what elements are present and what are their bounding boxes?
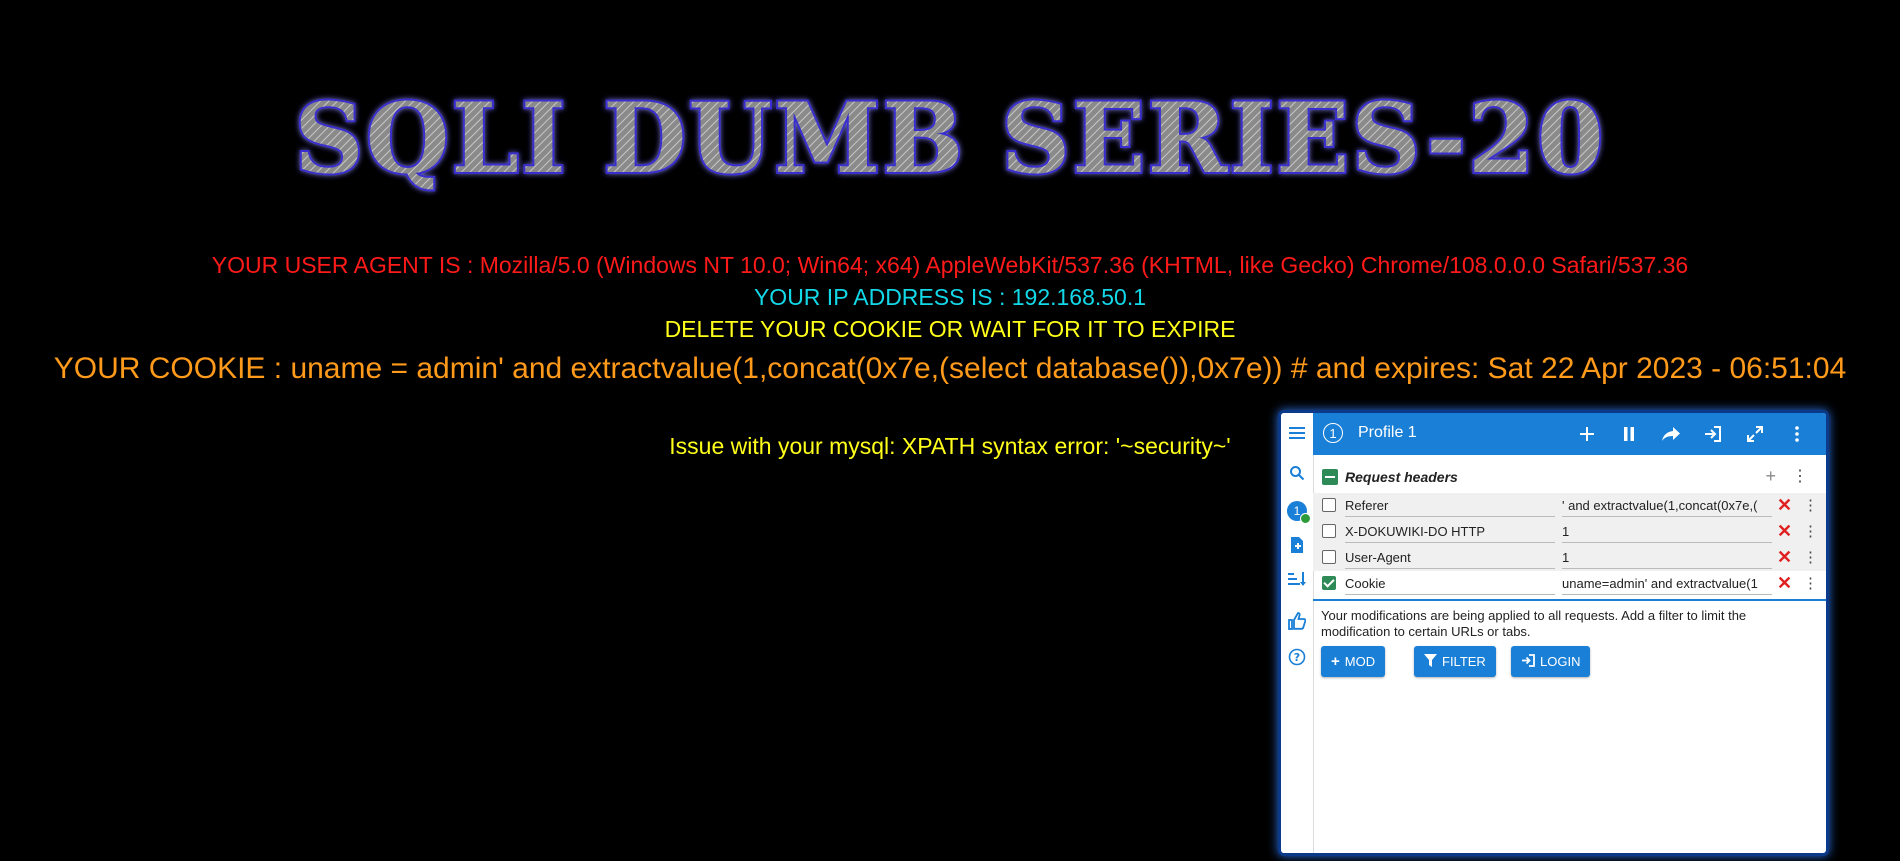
- profile-number-badge[interactable]: 1: [1323, 423, 1343, 443]
- section-title: Request headers: [1345, 469, 1458, 485]
- modheader-panel: 1 ? 1 Profile 1 Request headers + ⋮ Refe…: [1281, 413, 1826, 853]
- side-rail: 1 ?: [1281, 413, 1314, 853]
- menu-icon[interactable]: [1287, 423, 1307, 443]
- add-mod-button[interactable]: + MOD: [1321, 646, 1386, 677]
- filter-label: FILTER: [1442, 654, 1486, 669]
- add-file-icon[interactable]: [1287, 535, 1307, 555]
- add-mod-label: MOD: [1344, 654, 1376, 669]
- thumbs-up-icon[interactable]: [1287, 611, 1307, 631]
- share-icon[interactable]: [1659, 422, 1683, 446]
- header-name-field[interactable]: User-Agent: [1345, 550, 1555, 569]
- header-enable-checkbox[interactable]: [1322, 550, 1336, 564]
- header-name-field[interactable]: Referer: [1345, 498, 1555, 517]
- plus-icon: +: [1331, 653, 1340, 670]
- profile-name[interactable]: Profile 1: [1358, 424, 1417, 442]
- delete-header-icon[interactable]: ✕: [1777, 547, 1792, 568]
- profile-header-bar: 1 Profile 1: [1313, 413, 1826, 455]
- collapse-section-toggle[interactable]: [1322, 469, 1338, 485]
- header-name-field[interactable]: Cookie: [1345, 576, 1555, 595]
- page-title: SQLI DUMB SERIES-20: [0, 72, 1900, 202]
- plus-icon[interactable]: [1575, 422, 1599, 446]
- svg-text:?: ?: [1294, 651, 1300, 664]
- login-icon: [1521, 653, 1535, 670]
- pause-icon[interactable]: [1617, 422, 1641, 446]
- section-divider: [1313, 599, 1826, 601]
- header-row: X-DOKUWIKI-DO HTTP 1 ✕ ⋮: [1313, 519, 1826, 545]
- expand-icon[interactable]: [1743, 422, 1767, 446]
- section-more-icon[interactable]: ⋮: [1792, 466, 1808, 486]
- delete-header-icon[interactable]: ✕: [1777, 573, 1792, 594]
- delete-header-icon[interactable]: ✕: [1777, 495, 1792, 516]
- search-icon[interactable]: [1287, 463, 1307, 483]
- delete-header-icon[interactable]: ✕: [1777, 521, 1792, 542]
- add-header-icon[interactable]: +: [1765, 466, 1776, 487]
- login-button[interactable]: LOGIN: [1511, 646, 1591, 677]
- header-more-icon[interactable]: ⋮: [1803, 522, 1818, 540]
- filter-icon: [1424, 653, 1437, 670]
- header-enable-checkbox[interactable]: [1322, 576, 1336, 590]
- filter-button[interactable]: FILTER: [1414, 646, 1496, 677]
- header-more-icon[interactable]: ⋮: [1803, 548, 1818, 566]
- header-more-icon[interactable]: ⋮: [1803, 574, 1818, 592]
- request-headers-section: Request headers + ⋮: [1313, 465, 1826, 489]
- header-enable-checkbox[interactable]: [1322, 524, 1336, 538]
- cookie-line: YOUR COOKIE : uname = admin' and extract…: [53, 352, 1847, 385]
- login-icon[interactable]: [1701, 422, 1725, 446]
- page: SQLI DUMB SERIES-20 YOUR USER AGENT IS :…: [0, 0, 1900, 861]
- modifications-notice: Your modifications are being applied to …: [1321, 608, 1747, 639]
- header-more-icon[interactable]: ⋮: [1803, 496, 1818, 514]
- header-enable-checkbox[interactable]: [1322, 498, 1336, 512]
- header-value-field[interactable]: ' and extractvalue(1,concat(0x7e,(: [1562, 498, 1772, 517]
- more-icon[interactable]: [1785, 422, 1809, 446]
- header-value-field[interactable]: 1: [1562, 524, 1772, 543]
- active-check-icon: [1300, 513, 1311, 524]
- sort-icon[interactable]: [1287, 569, 1307, 589]
- header-row: User-Agent 1 ✕ ⋮: [1313, 545, 1826, 571]
- help-icon[interactable]: ?: [1287, 647, 1307, 667]
- header-value-field[interactable]: uname=admin' and extractvalue(1: [1562, 576, 1772, 595]
- header-name-field[interactable]: X-DOKUWIKI-DO HTTP: [1345, 524, 1555, 543]
- header-row: Referer ' and extractvalue(1,concat(0x7e…: [1313, 493, 1826, 519]
- header-row: Cookie uname=admin' and extractvalue(1 ✕…: [1313, 571, 1826, 597]
- delete-cookie-line: DELETE YOUR COOKIE OR WAIT FOR IT TO EXP…: [664, 316, 1236, 342]
- page-title-text: SQLI DUMB SERIES-20: [294, 82, 1605, 195]
- login-label: LOGIN: [1540, 654, 1581, 669]
- header-value-field[interactable]: 1: [1562, 550, 1772, 569]
- user-agent-line: YOUR USER AGENT IS : Mozilla/5.0 (Window…: [211, 252, 1689, 278]
- ip-address-line: YOUR IP ADDRESS IS : 192.168.50.1: [753, 284, 1147, 310]
- page-title-graphic: SQLI DUMB SERIES-20: [292, 80, 1605, 197]
- profile-switch-button[interactable]: 1: [1287, 501, 1311, 524]
